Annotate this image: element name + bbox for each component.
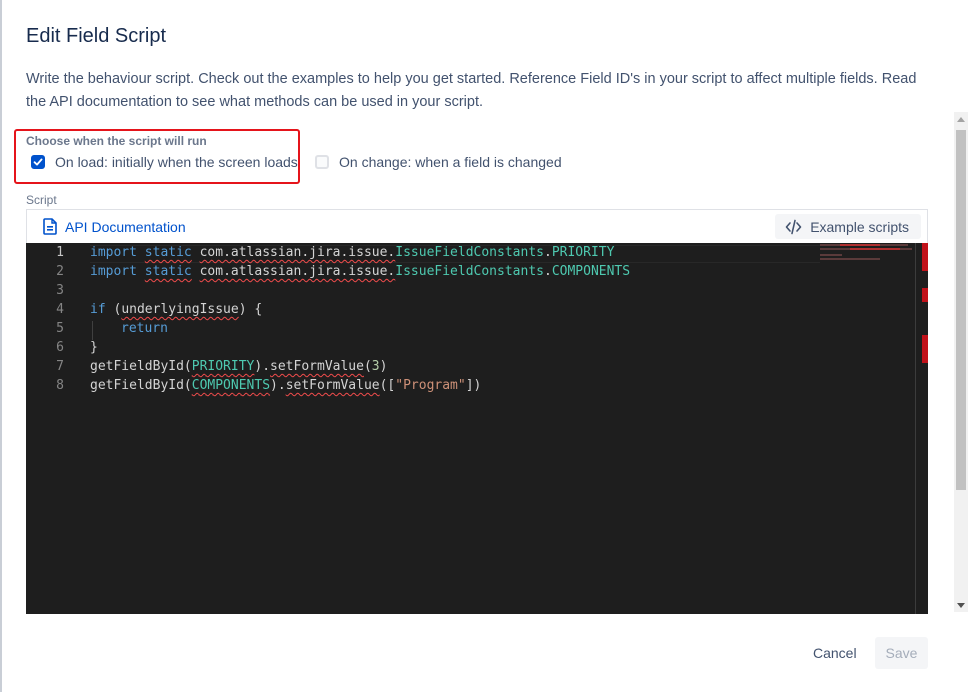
code-token: ([ bbox=[380, 378, 396, 393]
code-line-6: } bbox=[90, 340, 98, 355]
indent-guide bbox=[92, 321, 93, 340]
editor-minimap[interactable] bbox=[820, 243, 915, 263]
editor-scroll-separator bbox=[915, 243, 916, 614]
save-button[interactable]: Save bbox=[875, 637, 928, 669]
code-token: com.atlassian.jira.issue. bbox=[200, 264, 396, 279]
code-token: PRIORITY bbox=[552, 245, 615, 260]
code-token: ( bbox=[364, 359, 372, 374]
line-number: 7 bbox=[56, 359, 64, 374]
code-token: import bbox=[90, 245, 137, 260]
line-number: 6 bbox=[56, 340, 64, 355]
dialog-scrollbar[interactable] bbox=[954, 112, 968, 612]
line-number: 8 bbox=[56, 378, 64, 393]
document-icon bbox=[43, 218, 57, 235]
code-token: } bbox=[90, 340, 98, 355]
line-number-gutter: 1 2 3 4 5 6 7 8 bbox=[26, 243, 72, 614]
on-load-option[interactable]: On load: initially when the screen loads bbox=[31, 154, 298, 170]
code-line-8: getFieldById(COMPONENTS).setFormValue(["… bbox=[90, 378, 481, 393]
code-token: ( bbox=[184, 378, 192, 393]
code-token: getFieldById bbox=[90, 359, 184, 374]
code-token: getFieldById bbox=[90, 378, 184, 393]
line-number: 3 bbox=[56, 283, 64, 298]
code-token: ). bbox=[270, 378, 286, 393]
code-icon bbox=[785, 219, 802, 235]
code-line-2: import static com.atlassian.jira.issue.I… bbox=[90, 264, 630, 279]
line-number: 1 bbox=[56, 245, 64, 260]
dialog-left-edge bbox=[0, 0, 2, 692]
overview-ruler-error-marker bbox=[922, 288, 928, 302]
on-load-label: On load: initially when the screen loads bbox=[55, 154, 298, 170]
scrollbar-thumb[interactable] bbox=[956, 130, 966, 490]
example-scripts-button[interactable]: Example scripts bbox=[775, 214, 921, 239]
cancel-button[interactable]: Cancel bbox=[801, 637, 869, 669]
code-token: ). bbox=[254, 359, 270, 374]
code-token: COMPONENTS bbox=[192, 378, 270, 393]
code-token: static bbox=[145, 245, 192, 260]
api-documentation-label: API Documentation bbox=[65, 219, 186, 235]
checkbox-unchecked-icon[interactable] bbox=[315, 155, 329, 169]
code-token: COMPONENTS bbox=[552, 264, 630, 279]
code-line-1: import static com.atlassian.jira.issue.I… bbox=[90, 245, 614, 260]
example-scripts-label: Example scripts bbox=[810, 219, 909, 235]
line-number: 5 bbox=[56, 321, 64, 336]
overview-ruler-error-marker bbox=[922, 243, 928, 271]
checkbox-checked-icon[interactable] bbox=[31, 155, 45, 169]
code-token: 3 bbox=[372, 359, 380, 374]
code-token: IssueFieldConstants bbox=[395, 245, 544, 260]
overview-ruler-error-marker bbox=[922, 335, 928, 363]
code-token: . bbox=[544, 264, 552, 279]
code-token: if bbox=[90, 302, 106, 317]
on-change-option[interactable]: On change: when a field is changed bbox=[315, 154, 562, 170]
code-token: underlyingIssue bbox=[121, 302, 238, 317]
code-line-4: if (underlyingIssue) { bbox=[90, 302, 262, 317]
run-options-label: Choose when the script will run bbox=[26, 134, 207, 148]
code-token: ) { bbox=[239, 302, 262, 317]
script-label: Script bbox=[26, 193, 57, 207]
code-token: PRIORITY bbox=[192, 359, 255, 374]
code-token: "Program" bbox=[395, 378, 465, 393]
line-number: 4 bbox=[56, 302, 64, 317]
code-token: ( bbox=[184, 359, 192, 374]
code-token: ) bbox=[380, 359, 388, 374]
scroll-up-arrow-icon[interactable] bbox=[957, 117, 965, 122]
code-token: return bbox=[121, 321, 168, 336]
line-number: 2 bbox=[56, 264, 64, 279]
code-token: com.atlassian.jira.issue. bbox=[200, 245, 396, 260]
script-toolbar: API Documentation Example scripts bbox=[26, 209, 928, 243]
code-token: setFormValue bbox=[286, 378, 380, 393]
code-token: import bbox=[90, 264, 137, 279]
on-change-label: On change: when a field is changed bbox=[339, 154, 562, 170]
code-token: IssueFieldConstants bbox=[395, 264, 544, 279]
code-token: static bbox=[145, 264, 192, 279]
code-editor[interactable]: 1 2 3 4 5 6 7 8 import static com.atlass… bbox=[26, 243, 928, 614]
dialog-description: Write the behaviour script. Check out th… bbox=[26, 68, 936, 114]
code-token: . bbox=[544, 245, 552, 260]
code-line-5: return bbox=[121, 321, 168, 336]
code-token: ]) bbox=[466, 378, 482, 393]
dialog-title: Edit Field Script bbox=[26, 25, 166, 48]
edit-field-script-dialog: Edit Field Script Write the behaviour sc… bbox=[0, 0, 968, 692]
api-documentation-link[interactable]: API Documentation bbox=[43, 218, 186, 235]
scroll-down-arrow-icon[interactable] bbox=[957, 603, 965, 608]
code-token: ( bbox=[106, 302, 122, 317]
code-line-7: getFieldById(PRIORITY).setFormValue(3) bbox=[90, 359, 387, 374]
code-token: setFormValue bbox=[270, 359, 364, 374]
